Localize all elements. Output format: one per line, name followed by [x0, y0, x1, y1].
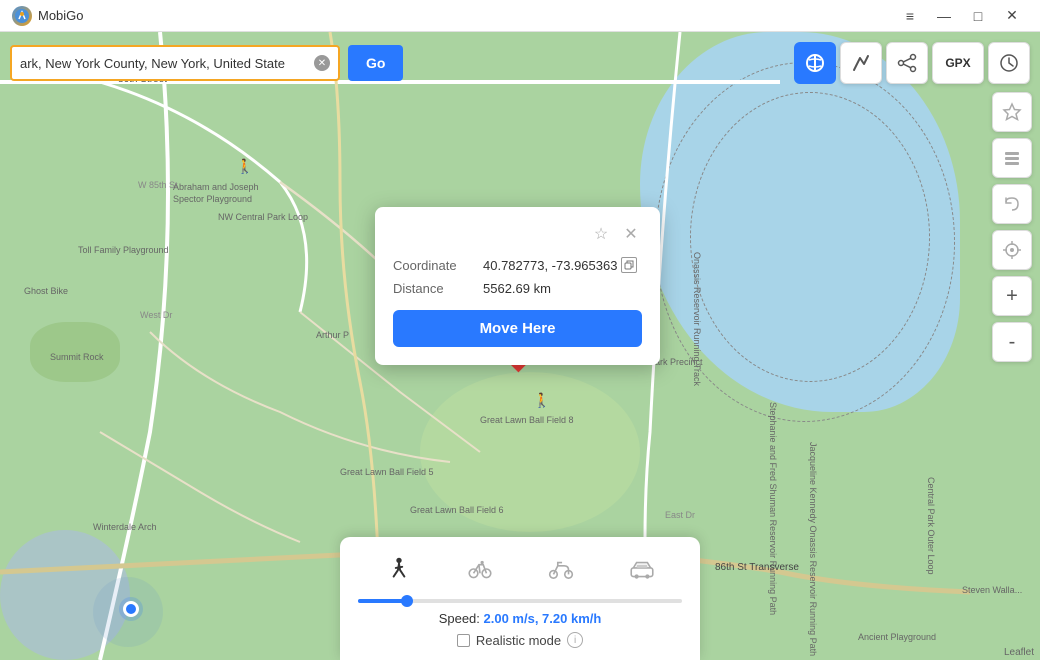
map-label-east-dr: East Dr — [665, 510, 695, 520]
search-clear-button[interactable]: ✕ — [314, 55, 330, 71]
map-label-field5: Great Lawn Ball Field 5 — [340, 467, 434, 477]
undo-button[interactable] — [992, 184, 1032, 224]
map-label-arthur: Arthur P — [316, 330, 349, 340]
map-label-ancient-playground: Ancient Playground — [858, 632, 936, 642]
map-label-w85: W 85th St — [138, 180, 178, 190]
teleport-button[interactable] — [794, 42, 836, 84]
transport-scooter[interactable] — [539, 551, 583, 587]
map-label-kennedy-path: Jacqueline Kennedy Onassis Reservoir Run… — [808, 442, 818, 656]
logo-icon — [12, 6, 32, 26]
maximize-button[interactable]: □ — [962, 2, 994, 30]
coordinate-row: Coordinate 40.782773, -73.965363 — [393, 257, 642, 273]
app-logo: MobiGo — [12, 6, 84, 26]
search-input[interactable] — [20, 56, 314, 71]
map-label-ghost-bike: Ghost Bike — [24, 286, 68, 296]
my-location-button[interactable] — [992, 230, 1032, 270]
gpx-button[interactable]: GPX — [932, 42, 984, 84]
coordinate-label: Coordinate — [393, 258, 483, 273]
share-button[interactable] — [886, 42, 928, 84]
zoom-out-button[interactable]: - — [992, 322, 1032, 362]
layers-button[interactable] — [992, 138, 1032, 178]
great-lawn — [420, 372, 640, 532]
map-label-86th-transverse: 86th St Transverse — [715, 562, 799, 573]
close-button[interactable]: ✕ — [996, 2, 1028, 30]
speed-slider[interactable] — [358, 599, 682, 603]
search-container: ✕ — [10, 45, 340, 81]
transport-mode-selector — [358, 551, 682, 587]
icon-person-2: 🚶 — [533, 392, 550, 409]
map-label-shuman-path: Stephanie and Fred Shuman Reservoir Runn… — [768, 402, 778, 615]
titlebar: MobiGo ≡ — □ ✕ — [0, 0, 1040, 32]
icon-person-1: 🚶 — [236, 158, 253, 175]
right-sidebar: + - — [992, 92, 1032, 362]
current-location-dot — [123, 601, 139, 617]
go-button[interactable]: Go — [348, 45, 403, 81]
distance-value: 5562.69 km — [483, 281, 551, 296]
menu-button[interactable]: ≡ — [894, 2, 926, 30]
window-controls: ≡ — □ ✕ — [894, 2, 1028, 30]
distance-row: Distance 5562.69 km — [393, 281, 642, 296]
top-right-tools: GPX — [794, 42, 1030, 84]
map-label-steven: Steven Walla... — [962, 585, 1022, 595]
map-label-winterdale: Winterdale Arch — [93, 522, 157, 532]
realistic-mode-row: Realistic mode i — [358, 632, 682, 648]
popup-favorite-button[interactable]: ☆ — [590, 223, 612, 245]
summit-rock — [30, 322, 120, 382]
coordinate-value: 40.782773, -73.965363 — [483, 257, 637, 273]
transport-bike[interactable] — [458, 551, 502, 587]
move-here-button[interactable]: Move Here — [393, 310, 642, 347]
map-label-west-dr: West Dr — [140, 310, 172, 320]
leaflet-badge: Leaflet — [1004, 647, 1034, 658]
realistic-mode-info[interactable]: i — [567, 632, 583, 648]
popup-close-button[interactable]: ✕ — [620, 223, 642, 245]
app-title: MobiGo — [38, 8, 84, 23]
realistic-mode-checkbox[interactable] — [457, 634, 470, 647]
speed-bar-fill — [358, 599, 407, 603]
transport-car[interactable] — [620, 551, 664, 587]
map-label-outer-loop: Central Park Outer Loop — [926, 477, 936, 575]
zoom-in-button[interactable]: + — [992, 276, 1032, 316]
map-label-playground: Abraham and JosephSpector Playground — [173, 182, 259, 205]
map-label-toll-playground: Toll Family Playground — [78, 245, 169, 255]
favorites-button[interactable] — [992, 92, 1032, 132]
copy-coordinate-button[interactable] — [621, 257, 637, 273]
speed-display: Speed: 2.00 m/s, 7.20 km/h — [358, 611, 682, 626]
transport-walk[interactable] — [377, 551, 421, 587]
coordinate-popup: ☆ ✕ Coordinate 40.782773, -73.965363 Dis… — [375, 207, 660, 365]
top-toolbar: ✕ Go — [10, 42, 1030, 84]
reservoir-path-2 — [690, 92, 930, 382]
popup-header: ☆ ✕ — [393, 223, 642, 245]
map-container[interactable]: 86th Street Abraham and JosephSpector Pl… — [0, 32, 1040, 660]
distance-label: Distance — [393, 281, 483, 296]
speed-value: 2.00 m/s, 7.20 km/h — [484, 611, 602, 626]
transport-panel: Speed: 2.00 m/s, 7.20 km/h Realistic mod… — [340, 537, 700, 660]
minimize-button[interactable]: — — [928, 2, 960, 30]
route-button[interactable] — [840, 42, 882, 84]
map-label-nw-loop: NW Central Park Loop — [218, 212, 308, 222]
speed-bar-thumb — [401, 595, 413, 607]
history-button[interactable] — [988, 42, 1030, 84]
realistic-mode-label: Realistic mode — [476, 633, 561, 648]
